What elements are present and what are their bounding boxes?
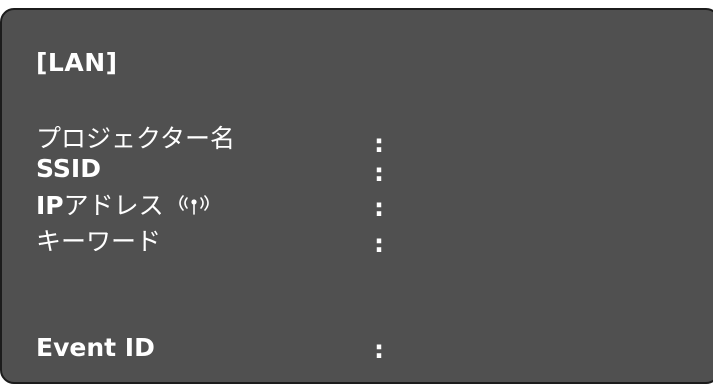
ip-label-suffix: アドレス <box>63 190 164 220</box>
projector-name-label: プロジェクター名 <box>36 123 236 153</box>
row-projector-name: プロジェクター名 <box>36 123 235 153</box>
row-ip-address: IP アドレス <box>36 190 212 220</box>
row-event-id: Event ID <box>36 332 155 362</box>
event-id-label: Event ID <box>36 332 155 362</box>
ip-address-separator: : <box>374 193 384 222</box>
wifi-antenna-icon <box>176 194 212 216</box>
ssid-separator: : <box>374 158 384 187</box>
keyword-label: キーワード <box>36 226 162 256</box>
ssid-label: SSID <box>36 153 101 183</box>
panel-title: [LAN] <box>36 48 118 77</box>
row-keyword: キーワード <box>36 226 161 256</box>
row-ssid: SSID <box>36 153 101 183</box>
keyword-separator: : <box>374 229 384 258</box>
event-id-separator: : <box>374 335 384 364</box>
projector-name-separator: : <box>374 129 384 158</box>
lan-info-panel: [LAN] プロジェクター名 : SSID : IP アドレス : キーワード <box>0 8 713 384</box>
ip-label-prefix: IP <box>36 190 64 220</box>
